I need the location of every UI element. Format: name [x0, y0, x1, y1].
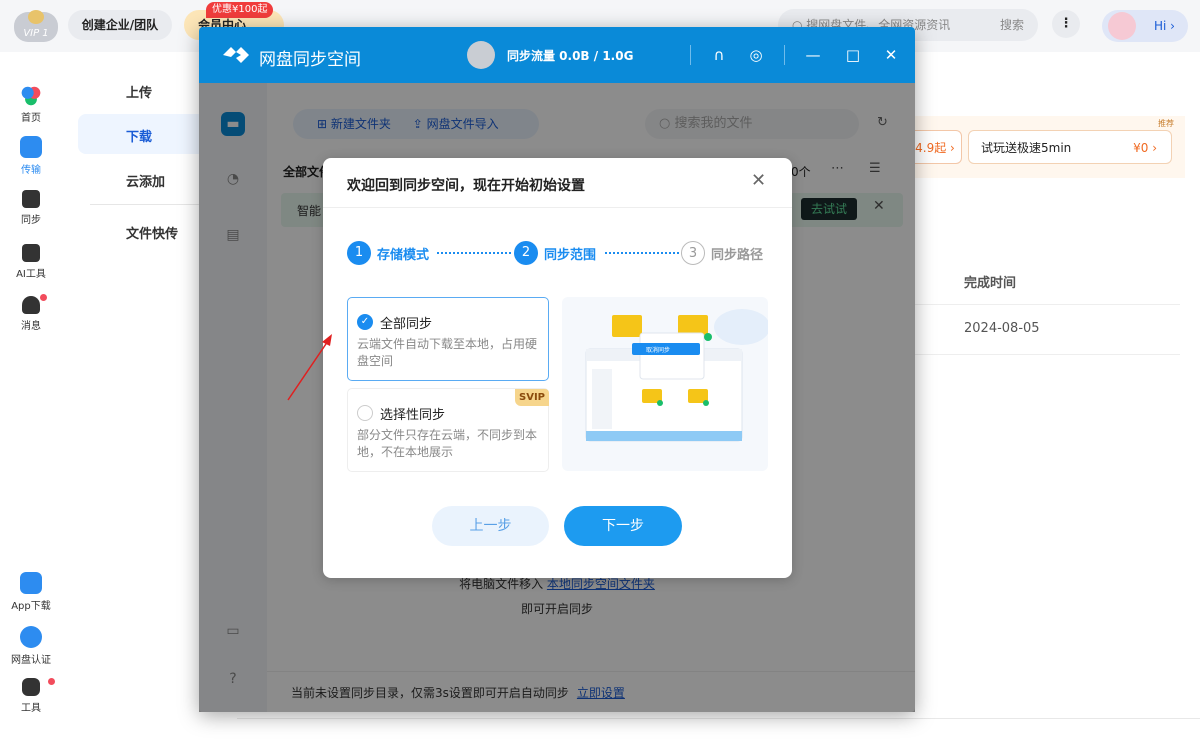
avatar[interactable] — [467, 41, 495, 69]
table-cell-finish-time: 2024-08-05 — [964, 321, 1040, 336]
recommend-tag: 推荐 — [1158, 119, 1174, 128]
illustration-cancel-sync-label: 取消同步 — [646, 346, 670, 354]
nav-app-download[interactable]: App下载 — [0, 572, 62, 612]
promo-badge: 优惠¥100起 — [206, 2, 274, 18]
promo-card-price[interactable]: 4.9起 › — [908, 130, 962, 164]
window-titlebar: 网盘同步空间 同步流量 0.0B / 1.0G ∩ ◎ — □ ✕ — [199, 27, 915, 83]
minimize-icon[interactable]: — — [801, 43, 825, 67]
create-team-button[interactable]: 创建企业/团队 — [68, 10, 172, 40]
step-3-label: 同步路径 — [711, 248, 764, 263]
step-1-label: 存储模式 — [377, 248, 430, 263]
subnav-quick-transfer[interactable]: 文件快传 — [126, 223, 178, 242]
window-title: 网盘同步空间 — [259, 50, 361, 70]
vip-badge[interactable]: VIP 1 — [14, 10, 58, 42]
titlebar-divider — [690, 45, 691, 65]
sync-illustration-image: 取消同步 — [585, 309, 770, 442]
sync-illustration: 取消同步 — [562, 297, 770, 471]
bottom-divider — [237, 718, 1200, 719]
checked-icon: ✓ — [357, 314, 373, 330]
subnav-cloud-add[interactable]: 云添加 — [126, 171, 165, 190]
step-2-number: 2 — [514, 241, 538, 265]
settings-icon[interactable]: ◎ — [744, 43, 768, 67]
user-greeting-button[interactable]: Hi › — [1102, 10, 1188, 42]
column-header-finish-time: 完成时间 — [964, 276, 1017, 291]
nav-sync[interactable]: 同步 — [0, 190, 62, 226]
nav-ai-tool[interactable]: AI工具 — [0, 244, 62, 280]
subnav-download[interactable]: 下载 — [126, 126, 152, 145]
promo-card-speed-trial[interactable]: 试玩送极速5min ¥0 › — [968, 130, 1172, 164]
setup-dialog: 欢迎回到同步空间，现在开始初始设置 ✕ 1 存储模式 2 同步范围 3 同步路径… — [323, 158, 792, 578]
verify-icon — [20, 626, 42, 648]
prev-step-button[interactable]: 上一步 — [432, 506, 549, 546]
tools-grid-icon — [22, 678, 40, 696]
nav-message[interactable]: 消息 — [0, 296, 62, 332]
avatar — [1108, 12, 1136, 40]
phone-icon — [20, 572, 42, 594]
dialog-divider — [323, 207, 792, 208]
close-icon[interactable]: ✕ — [879, 43, 903, 67]
step-1-number: 1 — [347, 241, 371, 265]
table-divider — [915, 304, 1180, 305]
message-unread-dot — [40, 294, 47, 301]
left-nav: 首页 传输 同步 AI工具 消息 App下载 网盘认证 工具 — [0, 52, 62, 742]
sync-icon — [22, 190, 40, 208]
sync-flow-status: 同步流量 0.0B / 1.0G — [507, 49, 634, 63]
step-3-number: 3 — [681, 241, 705, 265]
tools-unread-dot — [48, 678, 55, 685]
titlebar-divider — [784, 45, 785, 65]
cat-mascot-icon — [28, 10, 44, 24]
maximize-icon[interactable]: □ — [841, 43, 865, 67]
cloud-logo-icon — [20, 84, 42, 106]
transfer-icon — [20, 136, 42, 158]
more-menu-icon[interactable]: ⋮ — [1052, 10, 1080, 38]
nav-home[interactable]: 首页 — [0, 84, 62, 124]
message-icon — [22, 296, 40, 314]
dialog-title: 欢迎回到同步空间，现在开始初始设置 — [347, 178, 585, 194]
close-icon[interactable]: ✕ — [751, 170, 766, 191]
nav-transfer[interactable]: 传输 — [0, 136, 62, 176]
table-divider — [915, 354, 1180, 355]
search-button[interactable]: 搜索 — [1000, 9, 1024, 41]
ai-tool-icon — [22, 244, 40, 262]
sync-logo-icon — [223, 47, 249, 63]
next-step-button[interactable]: 下一步 — [564, 506, 682, 546]
step-connector — [605, 252, 679, 254]
svip-badge: SVIP — [515, 389, 549, 406]
radio-unchecked-icon — [357, 405, 373, 421]
option-full-sync[interactable]: ✓ 全部同步 云端文件自动下载至本地，占用硬盘空间 — [347, 297, 549, 381]
nav-verify[interactable]: 网盘认证 — [0, 626, 62, 666]
annotation-arrow — [287, 334, 332, 401]
headset-icon[interactable]: ∩ — [707, 43, 731, 67]
step-connector — [437, 252, 511, 254]
step-2-label: 同步范围 — [544, 248, 597, 263]
subnav-upload[interactable]: 上传 — [126, 82, 152, 101]
